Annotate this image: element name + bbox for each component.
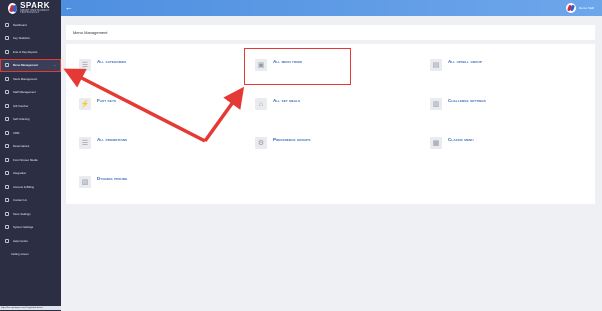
- sidebar-item-crm[interactable]: CRM: [0, 126, 61, 140]
- sidebar-item-ceiling-screen[interactable]: Ceiling screen: [0, 248, 61, 262]
- brand[interactable]: SPARK SMART RESTAURANT TECHNOLOGY: [0, 0, 61, 16]
- user-menu[interactable]: Demo Staff: [566, 3, 594, 13]
- stock-icon: [5, 76, 9, 81]
- tile-all-upsell-group[interactable]: ▤ All upsell group: [430, 59, 482, 71]
- reservation-icon: [5, 144, 9, 149]
- sidebar: SPARK SMART RESTAURANT TECHNOLOGY Dashbo…: [0, 0, 61, 311]
- pricing-icon: ▧: [79, 176, 91, 188]
- sidebar-item-system-settings[interactable]: System Settings: [0, 221, 61, 235]
- tile-all-set-meals[interactable]: ⌂ All set meals: [255, 98, 300, 110]
- highlight-box: [244, 48, 351, 85]
- sidebar-item-key-statistics[interactable]: Key Statistics: [0, 32, 61, 46]
- list-icon: ☰: [79, 137, 91, 149]
- chevron-down-icon: ⌄: [53, 63, 56, 68]
- stats-icon: [5, 36, 9, 41]
- sidebar-item-self-ordering[interactable]: Self Ordering: [0, 113, 61, 127]
- sidebar-item-store-settings[interactable]: Store Settings: [0, 207, 61, 221]
- brand-tagline: SMART RESTAURANT TECHNOLOGY: [20, 8, 50, 14]
- sidebar-item-reservations[interactable]: Reservations: [0, 140, 61, 154]
- sidebar-item-stock-management[interactable]: Stock Management: [0, 72, 61, 86]
- contact-icon: [5, 198, 9, 203]
- dashboard-icon: [5, 22, 9, 27]
- list-icon: ☰: [79, 59, 91, 71]
- tile-all-promotions[interactable]: ☰ All promotions: [79, 137, 127, 149]
- spark-logo-icon: [8, 2, 18, 14]
- integration-icon: [5, 171, 9, 176]
- top-bar: ← Demo Staff: [61, 0, 602, 16]
- report-icon: [5, 49, 9, 54]
- status-bar-url: https://ho.sparkepos.com/#/app/dashboard: [0, 306, 61, 310]
- gift-icon: [5, 103, 9, 108]
- id-card-icon: ▥: [430, 98, 442, 110]
- user-name: Demo Staff: [579, 6, 594, 10]
- sidebar-item-account-billing[interactable]: Account & Billing: [0, 180, 61, 194]
- system-settings-icon: [5, 225, 9, 230]
- tile-fast-keys[interactable]: ⚡ Fast keys: [79, 98, 116, 110]
- sidebar-item-dashboard[interactable]: Dashboard: [0, 18, 61, 32]
- tile-classic-menu[interactable]: ▦ Classic menu: [430, 137, 474, 149]
- upsell-icon: ▤: [430, 59, 442, 71]
- sidebar-item-integration[interactable]: Integration: [0, 167, 61, 181]
- sidebar-item-help-centre[interactable]: Help Centre: [0, 234, 61, 248]
- tile-preference-groups[interactable]: ⚙ Preference groups: [255, 137, 311, 149]
- tile-dynamic-pricing[interactable]: ▧ Dynamic pricing: [79, 176, 127, 188]
- staff-icon: [5, 90, 9, 95]
- sidebar-nav: Dashboard Key Statistics End of Day Repo…: [0, 18, 61, 261]
- menu-icon: [5, 63, 9, 68]
- gear-icon: ⚙: [255, 137, 267, 149]
- tile-challenge-settings[interactable]: ▥ Challenge settings: [430, 98, 486, 110]
- lightning-icon: ⚡: [79, 98, 91, 110]
- sidebar-item-front-screen-media[interactable]: Front Screen Media: [0, 153, 61, 167]
- order-icon: [5, 117, 9, 122]
- billing-icon: [5, 184, 9, 189]
- back-arrow-icon[interactable]: ←: [65, 3, 73, 13]
- classic-menu-icon: ▦: [430, 137, 442, 149]
- page-title: Menu Management: [73, 30, 108, 35]
- sidebar-item-staff-management[interactable]: Staff Management: [0, 86, 61, 100]
- set-meal-icon: ⌂: [255, 98, 267, 110]
- store-settings-icon: [5, 211, 9, 216]
- crm-icon: [5, 130, 9, 135]
- page-header: Menu Management: [66, 25, 595, 40]
- sidebar-item-gift-voucher[interactable]: Gift Voucher: [0, 99, 61, 113]
- avatar: [566, 3, 577, 13]
- tile-all-categories[interactable]: ☰ All categories: [79, 59, 126, 71]
- media-icon: [5, 157, 9, 162]
- sidebar-item-menu-management[interactable]: Menu Management ⌄: [0, 58, 61, 72]
- help-icon: [5, 238, 9, 243]
- sidebar-item-contact-us[interactable]: Contact Us: [0, 194, 61, 208]
- sidebar-item-end-of-day-reports[interactable]: End of Day Reports: [0, 45, 61, 59]
